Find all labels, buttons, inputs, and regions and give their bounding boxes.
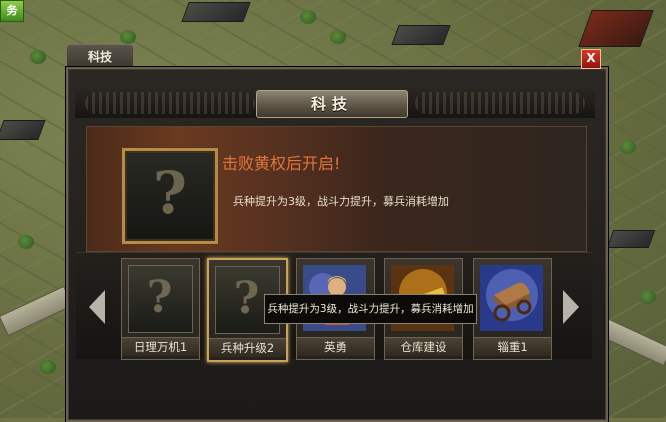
scroll-right-arrow-icon[interactable] <box>563 290 579 324</box>
scroll-left-arrow-icon[interactable] <box>89 290 105 324</box>
tech-card-label: 兵种升级2 <box>209 338 286 357</box>
window-title: 科技 <box>256 90 408 118</box>
map-building <box>391 25 451 45</box>
selected-tech-icon: ? <box>121 147 219 245</box>
map-building <box>181 2 251 22</box>
map-tree <box>30 50 46 64</box>
tech-card[interactable]: 辎重1 <box>473 258 552 360</box>
tech-tooltip: 兵种提升为3级，战斗力提升，募兵消耗增加 <box>264 294 477 324</box>
map-tree <box>300 10 316 24</box>
tech-card-label: 辎重1 <box>474 337 551 356</box>
map-building <box>606 230 656 248</box>
tech-card[interactable]: ? 日理万机1 <box>121 258 200 360</box>
map-tree <box>18 235 34 249</box>
tab-tech[interactable]: 科技 <box>66 44 134 69</box>
unlock-condition-text: 击败黄权后开启! <box>222 154 341 173</box>
task-button[interactable]: 务 <box>0 0 24 22</box>
question-icon: ? <box>153 159 187 227</box>
map-tree <box>640 290 656 304</box>
map-tree <box>120 30 136 44</box>
tech-card-label: 英勇 <box>297 337 374 356</box>
map-tree <box>330 30 346 44</box>
close-button[interactable]: X <box>581 49 601 69</box>
tech-card-label: 日理万机1 <box>122 337 199 356</box>
tech-description: 兵种提升为3级，战斗力提升，募兵消耗增加 <box>233 195 449 208</box>
map-tree <box>40 360 56 374</box>
question-icon: ? <box>146 272 173 323</box>
dragon-ornament-right <box>415 92 585 114</box>
dragon-ornament-left <box>85 92 255 114</box>
map-tree <box>620 140 636 154</box>
supply-cart-icon <box>480 265 543 331</box>
tech-card-label: 仓库建设 <box>385 337 462 356</box>
map-building <box>0 120 46 140</box>
